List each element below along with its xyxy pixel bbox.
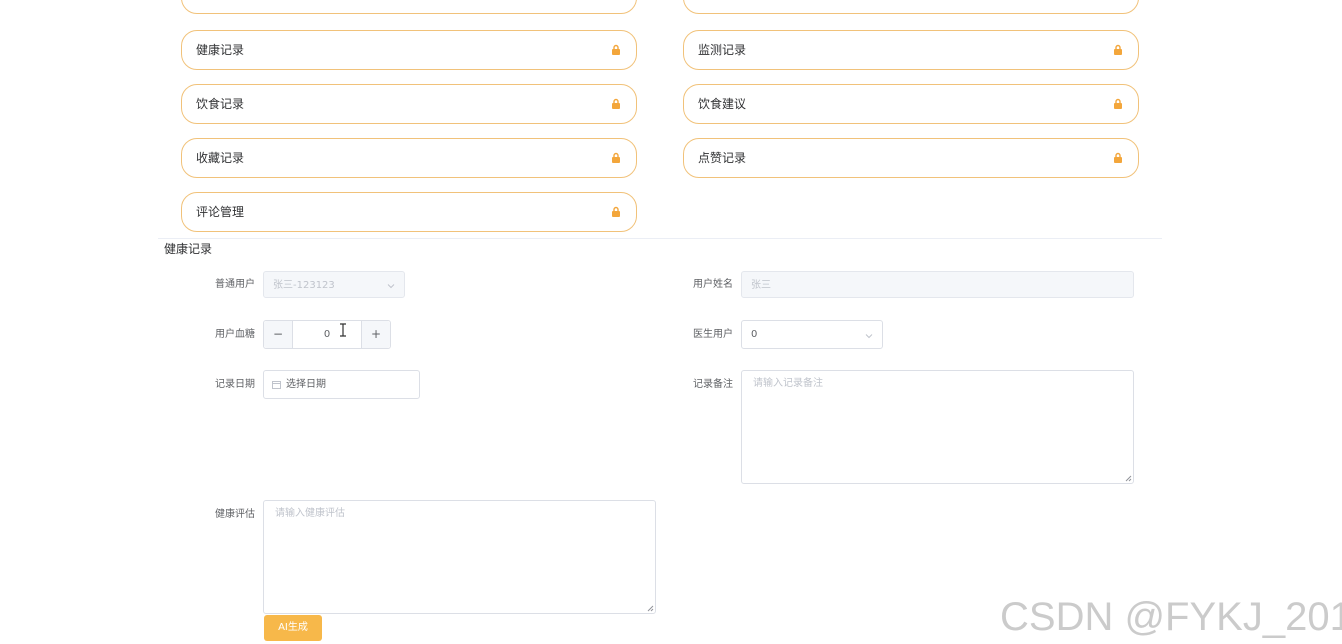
lock-icon [1114, 44, 1122, 55]
menu-card-label: 收藏记录 [196, 151, 245, 165]
doctor-select-value: 0 [751, 329, 758, 340]
lock-icon [1114, 152, 1122, 163]
menu-card-label: 评论管理 [196, 205, 245, 219]
menu-card-label: 点赞记录 [698, 151, 747, 165]
lock-icon [612, 206, 620, 217]
ai-generate-button[interactable]: AI生成 [264, 615, 322, 641]
menu-card-monitor-record[interactable]: 监测记录 [683, 30, 1139, 70]
section-title: 健康记录 [164, 242, 213, 256]
chevron-down-icon [865, 334, 873, 339]
watermark: CSDN @FYKJ_2010 [1000, 595, 1342, 639]
menu-card-comment-manage[interactable]: 评论管理 [181, 192, 637, 232]
menu-card-label: 健康记录 [196, 43, 245, 57]
page: 健康记录 监测记录 饮食记录 饮食建议 收藏记录 点赞记录 评论管理 健康记录 … [0, 0, 1342, 644]
doctor-label: 医生用户 [693, 329, 733, 340]
username-label: 用户姓名 [693, 279, 733, 290]
menu-card-diet-record[interactable]: 饮食记录 [181, 84, 637, 124]
lock-icon [612, 98, 620, 109]
assessment-label: 健康评估 [215, 509, 255, 520]
lock-icon [612, 152, 620, 163]
section-divider [158, 238, 1162, 239]
menu-card-label: 饮食建议 [698, 97, 747, 111]
calendar-icon [272, 381, 281, 389]
doctor-select[interactable]: 0 [741, 320, 883, 349]
blood-sugar-label: 用户血糖 [215, 329, 255, 340]
username-input: 张三 [741, 271, 1134, 298]
remark-placeholder: 请输入记录备注 [753, 378, 823, 389]
resize-handle-icon[interactable] [1125, 475, 1132, 482]
lock-icon [612, 44, 620, 55]
menu-card-label: 监测记录 [698, 43, 747, 57]
user-select-value: 张三-123123 [273, 280, 335, 291]
user-select: 张三-123123 [263, 271, 405, 298]
remark-label: 记录备注 [693, 379, 733, 390]
menu-card-top-left[interactable] [181, 0, 637, 14]
blood-sugar-stepper[interactable]: − 0 + [263, 320, 391, 349]
chevron-down-icon [387, 284, 395, 289]
menu-card-top-right[interactable] [683, 0, 1139, 14]
menu-card-diet-advice[interactable]: 饮食建议 [683, 84, 1139, 124]
menu-card-favorite-record[interactable]: 收藏记录 [181, 138, 637, 178]
menu-card-health-record[interactable]: 健康记录 [181, 30, 637, 70]
decrement-button[interactable]: − [264, 321, 293, 348]
resize-handle-icon[interactable] [647, 605, 654, 612]
text-cursor-icon [340, 323, 346, 337]
lock-icon [1114, 98, 1122, 109]
assessment-placeholder: 请输入健康评估 [275, 508, 345, 519]
increment-button[interactable]: + [361, 321, 390, 348]
record-date-placeholder: 选择日期 [286, 379, 326, 390]
record-date-picker[interactable]: 选择日期 [263, 370, 420, 399]
remark-textarea[interactable]: 请输入记录备注 [741, 370, 1134, 484]
assessment-textarea[interactable]: 请输入健康评估 [263, 500, 656, 614]
menu-card-like-record[interactable]: 点赞记录 [683, 138, 1139, 178]
username-value: 张三 [751, 280, 771, 291]
record-date-label: 记录日期 [215, 379, 255, 390]
user-label: 普通用户 [215, 279, 255, 290]
menu-card-label: 饮食记录 [196, 97, 245, 111]
blood-sugar-value[interactable]: 0 [292, 328, 362, 342]
